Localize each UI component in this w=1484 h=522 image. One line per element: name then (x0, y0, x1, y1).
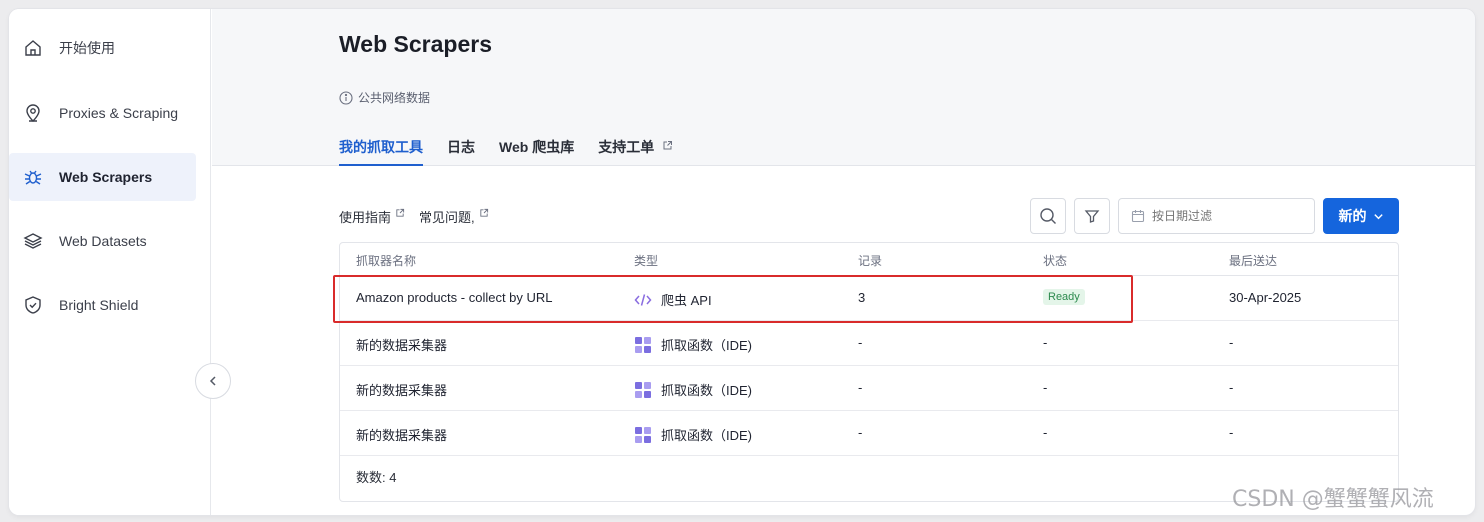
user-guide-link[interactable]: 使用指南 (339, 207, 405, 226)
sidebar-item-label: Web Scrapers (59, 169, 153, 185)
records-count: - (858, 335, 863, 350)
date-filter-input[interactable] (1152, 209, 1302, 223)
faq-link[interactable]: 常见问题, (419, 207, 489, 226)
location-pin-icon (21, 101, 45, 125)
row-count: 数数: 4 (356, 470, 397, 485)
sidebar: 开始使用 Proxies & Scraping Web Scrapers Web… (9, 9, 211, 515)
tab-my-scrapers[interactable]: 我的抓取工具 (339, 137, 423, 166)
sidebar-item-proxies[interactable]: Proxies & Scraping (9, 89, 196, 137)
filter-icon (1084, 208, 1100, 224)
help-links: 使用指南 常见问题, (339, 207, 503, 226)
scraper-type: 抓取函数（IDE) (634, 380, 752, 399)
sidebar-item-web-datasets[interactable]: Web Datasets (9, 217, 196, 265)
external-link-icon (479, 206, 489, 221)
grid-icon (634, 381, 652, 398)
sidebar-item-web-scrapers[interactable]: Web Scrapers (9, 153, 196, 201)
status-badge: Ready (1043, 289, 1085, 305)
column-header-last-delivered[interactable]: 最后送达 (1229, 252, 1277, 269)
column-header-type[interactable]: 类型 (634, 252, 658, 269)
home-icon (21, 36, 45, 60)
type-label: 抓取函数（IDE) (661, 428, 753, 443)
spider-icon (21, 165, 45, 189)
grid-icon (634, 426, 652, 443)
tab-support-tickets[interactable]: 支持工单 (598, 137, 673, 166)
info-icon (339, 90, 353, 105)
records-count: - (858, 425, 863, 440)
code-icon (634, 293, 652, 307)
sidebar-item-getting-started[interactable]: 开始使用 (9, 24, 196, 72)
scraper-name[interactable]: Amazon products - collect by URL (356, 290, 553, 305)
collapse-sidebar-button[interactable] (195, 363, 231, 399)
status-cell: Ready (1043, 289, 1085, 305)
type-label: 抓取函数（IDE) (661, 338, 753, 353)
subtitle-text: 公共网络数据 (358, 91, 431, 105)
column-header-status[interactable]: 状态 (1043, 252, 1067, 269)
scraper-name[interactable]: 新的数据采集器 (356, 380, 447, 399)
scraper-type: 爬虫 API (634, 290, 712, 309)
column-header-name[interactable]: 抓取器名称 (356, 252, 416, 269)
external-link-icon (662, 138, 673, 154)
tab-label: 支持工单 (598, 139, 655, 155)
scraper-type: 抓取函数（IDE) (634, 425, 752, 444)
date-filter-field[interactable] (1118, 198, 1315, 234)
tab-label: 日志 (447, 139, 475, 155)
column-header-records[interactable]: 记录 (858, 252, 882, 269)
last-delivered: - (1229, 425, 1234, 440)
status-cell: - (1043, 335, 1048, 350)
chevron-left-icon (207, 375, 219, 387)
status-cell: - (1043, 380, 1048, 395)
sidebar-item-bright-shield[interactable]: Bright Shield (9, 281, 196, 329)
scrapers-table: 抓取器名称 类型 记录 状态 最后送达 Amazon products - co… (339, 242, 1399, 502)
sidebar-item-label: Bright Shield (59, 297, 139, 313)
sidebar-item-label: Web Datasets (59, 233, 147, 249)
page-header: Web Scrapers 公共网络数据 我的抓取工具 日志 Web 爬虫库 支持… (212, 9, 1475, 166)
link-label: 常见问题, (419, 210, 475, 225)
app-window: 开始使用 Proxies & Scraping Web Scrapers Web… (9, 9, 1475, 515)
search-icon (1039, 207, 1057, 225)
page-title: Web Scrapers (339, 31, 492, 57)
grid-icon (634, 336, 652, 353)
shield-check-icon (21, 293, 45, 317)
records-count: 3 (858, 290, 866, 305)
table-row[interactable]: 新的数据采集器 抓取函数（IDE) - - - (340, 411, 1398, 456)
type-label: 抓取函数（IDE) (661, 383, 753, 398)
last-delivered: 30-Apr-2025 (1229, 290, 1302, 305)
tab-label: Web 爬虫库 (499, 139, 575, 155)
table-row[interactable]: 新的数据采集器 抓取函数（IDE) - - - (340, 366, 1398, 411)
scraper-name[interactable]: 新的数据采集器 (356, 335, 447, 354)
table-row[interactable]: 新的数据采集器 抓取函数（IDE) - - - (340, 321, 1398, 366)
last-delivered: - (1229, 335, 1234, 350)
last-delivered: - (1229, 380, 1234, 395)
scraper-name[interactable]: 新的数据采集器 (356, 425, 447, 444)
chevron-down-icon (1373, 211, 1384, 222)
search-button[interactable] (1030, 198, 1066, 234)
page-subtitle: 公共网络数据 (339, 89, 430, 106)
watermark: CSDN @蟹蟹蟹风流 (1232, 487, 1434, 512)
calendar-icon (1131, 209, 1145, 223)
new-scraper-button[interactable]: 新的 (1323, 198, 1399, 234)
records-count: - (858, 380, 863, 395)
tab-bar: 我的抓取工具 日志 Web 爬虫库 支持工单 (339, 137, 697, 166)
new-button-label: 新的 (1338, 208, 1367, 224)
tab-label: 我的抓取工具 (339, 139, 423, 155)
sidebar-item-label: 开始使用 (59, 40, 115, 56)
filter-button[interactable] (1074, 198, 1110, 234)
table-header: 抓取器名称 类型 记录 状态 最后送达 (340, 243, 1398, 276)
scraper-type: 抓取函数（IDE) (634, 335, 752, 354)
status-cell: - (1043, 425, 1048, 440)
table-row[interactable]: Amazon products - collect by URL 爬虫 API … (340, 276, 1398, 321)
layers-icon (21, 229, 45, 253)
sidebar-item-label: Proxies & Scraping (59, 105, 179, 121)
link-label: 使用指南 (339, 210, 392, 225)
tab-logs[interactable]: 日志 (447, 137, 475, 166)
type-label: 爬虫 API (661, 293, 712, 308)
tab-scraper-library[interactable]: Web 爬虫库 (499, 137, 574, 166)
external-link-icon (395, 206, 405, 221)
